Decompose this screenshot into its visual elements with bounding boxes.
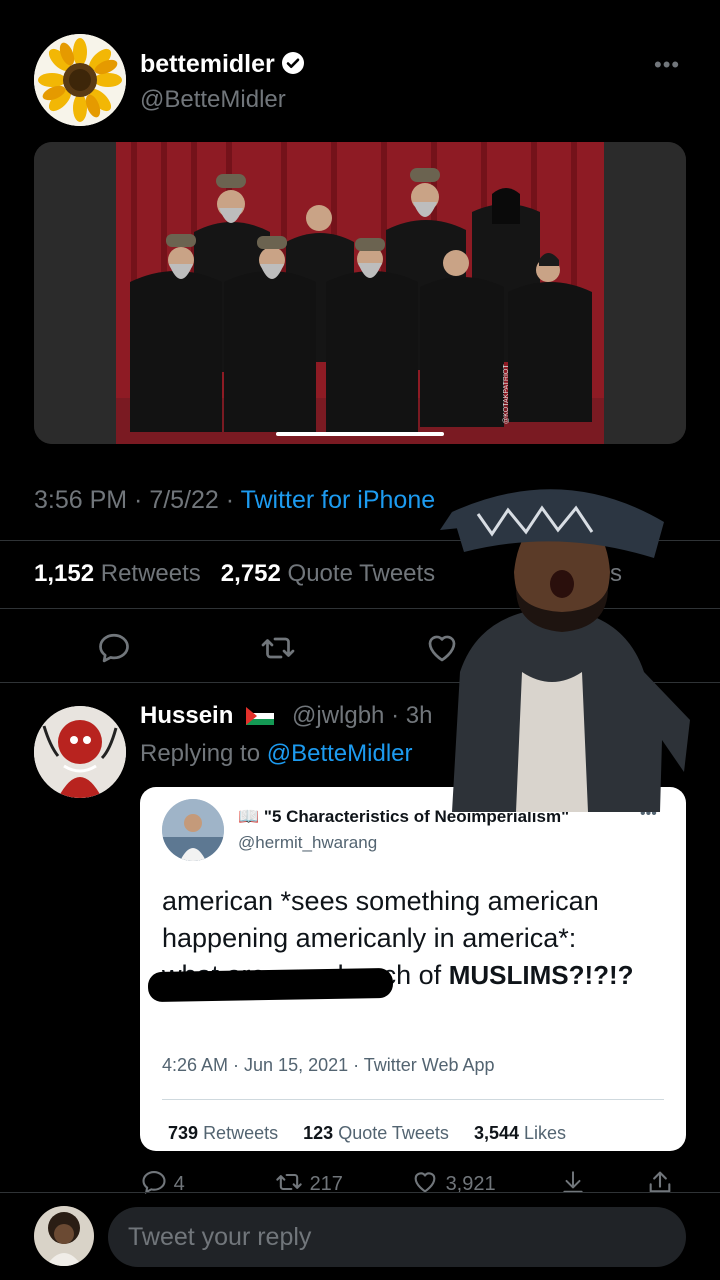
embedded-text-bold: MUSLIMS?!?!? bbox=[448, 960, 634, 990]
media-watermark: @KOTAKPATRIOT bbox=[503, 364, 510, 424]
more-options-icon[interactable]: ••• bbox=[654, 52, 680, 78]
embedded-text-line: happening americanly in america*: bbox=[162, 923, 577, 953]
embedded-quotes-label: Quote Tweets bbox=[338, 1123, 449, 1143]
embedded-stats: 739 Retweets 123 Quote Tweets 3,544 Like… bbox=[168, 1123, 566, 1144]
replying-to: Replying to @BetteMidler bbox=[140, 740, 413, 768]
replying-to-prefix: Replying to bbox=[140, 740, 267, 767]
reply-icon[interactable] bbox=[96, 630, 132, 666]
sunflower-avatar-image bbox=[34, 34, 126, 126]
tweet-source-link[interactable]: Twitter for iPhone bbox=[241, 486, 436, 514]
author-handle[interactable]: @BetteMidler bbox=[140, 86, 286, 114]
author-avatar[interactable] bbox=[34, 34, 126, 126]
tweet-media[interactable]: @KOTAKPATRIOT bbox=[34, 142, 686, 444]
embedded-text-line: american *sees something american bbox=[162, 886, 599, 916]
author-name-text: bettemidler bbox=[140, 50, 275, 78]
tweet-metadata: 3:56 PM · 7/5/22 · Twitter for iPhone bbox=[34, 486, 435, 515]
author-name[interactable]: bettemidler bbox=[140, 50, 305, 79]
quote-tweets-count: 2,752 bbox=[220, 560, 281, 587]
retweets-count: 1,152 bbox=[34, 560, 95, 587]
embedded-likes-label: Likes bbox=[524, 1123, 567, 1143]
tweet-timestamp: 3:56 PM · 7/5/22 · bbox=[34, 486, 241, 514]
current-user-avatar-image bbox=[34, 1206, 94, 1266]
embedded-quotes-count: 123 bbox=[303, 1123, 334, 1143]
embedded-author-handle: @hermit_hwarang bbox=[238, 833, 378, 852]
retweets-stat[interactable]: 1,152 Retweets bbox=[34, 560, 201, 587]
embedded-timestamp: 4:26 AM · Jun 15, 2021 · Twitter Web App bbox=[162, 1055, 495, 1075]
retweet-icon[interactable] bbox=[260, 630, 296, 666]
reply-author-name[interactable]: Hussein bbox=[140, 702, 275, 730]
reply-avatar-image bbox=[34, 706, 126, 798]
person-overlay-image bbox=[440, 489, 690, 812]
embedded-retweets-count: 739 bbox=[168, 1123, 199, 1143]
palestine-flag-icon bbox=[246, 707, 275, 725]
current-user-avatar[interactable] bbox=[34, 1206, 94, 1266]
reply-image-attachment[interactable]: 📖 "5 Characteristics of Neoimperialism" … bbox=[140, 787, 686, 1151]
embedded-likes-count: 3,544 bbox=[473, 1123, 519, 1143]
reply-author-avatar[interactable] bbox=[34, 706, 126, 798]
embedded-divider bbox=[162, 1099, 664, 1100]
embedded-author-avatar bbox=[162, 799, 224, 861]
redaction-scribble bbox=[147, 967, 394, 1003]
embedded-retweets-label: Retweets bbox=[203, 1123, 279, 1143]
replying-to-link[interactable]: @BetteMidler bbox=[267, 740, 413, 767]
group-photo-image: @KOTAKPATRIOT bbox=[34, 142, 686, 444]
embedded-avatar-image bbox=[162, 799, 224, 861]
quote-tweets-stat[interactable]: 2,752 Quote Tweets bbox=[221, 560, 435, 587]
tweet-stats: 1,152 Retweets 2,752 Quote Tweets bbox=[34, 560, 435, 588]
verified-badge-icon bbox=[281, 52, 304, 74]
reply-author-name-text: Hussein bbox=[140, 702, 234, 729]
divider bbox=[0, 1192, 720, 1193]
reply-input[interactable] bbox=[108, 1207, 686, 1267]
retweets-label: Retweets bbox=[100, 560, 201, 587]
